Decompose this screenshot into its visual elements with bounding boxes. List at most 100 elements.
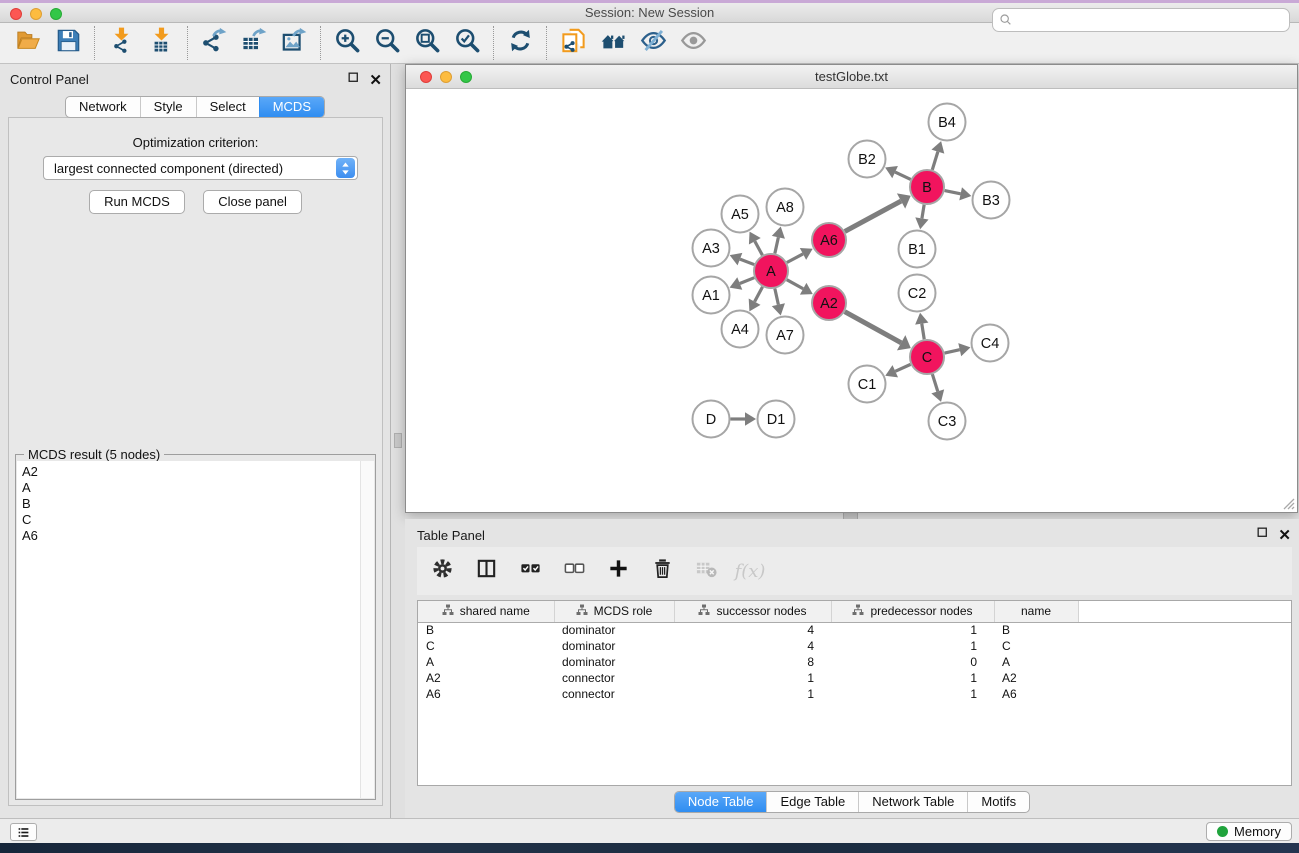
graph-edge-A-A1[interactable] (730, 277, 755, 289)
mcds-result-item[interactable]: A2 (22, 464, 374, 480)
table-cell[interactable]: 4 (674, 622, 831, 638)
memory-button[interactable]: Memory (1206, 822, 1292, 841)
add-button[interactable] (603, 556, 633, 586)
graph-edge-A-A6[interactable] (787, 248, 813, 263)
close-window-button[interactable] (10, 8, 22, 20)
search-field[interactable] (992, 8, 1290, 32)
column-header-mcds-role[interactable]: MCDS role (554, 601, 674, 622)
column-header-name[interactable]: name (994, 601, 1078, 622)
splitter-grip[interactable] (394, 433, 402, 448)
graph-node-B3[interactable]: B3 (973, 182, 1010, 219)
network-window-titlebar[interactable]: testGlobe.txt (406, 65, 1297, 89)
zoom-network-window-button[interactable] (460, 71, 472, 83)
table-cell[interactable]: 1 (831, 622, 994, 638)
table-tab-edge-table[interactable]: Edge Table (766, 792, 858, 812)
close-table-panel-icon[interactable]: ✕ (1278, 529, 1291, 542)
open-button[interactable] (8, 25, 48, 61)
float-panel-icon[interactable] (347, 71, 360, 89)
search-input[interactable] (1014, 10, 1289, 30)
tab-select[interactable]: Select (196, 97, 259, 117)
table-cell[interactable]: 1 (674, 686, 831, 702)
select-all-button[interactable] (515, 556, 545, 586)
graph-node-A6[interactable]: A6 (812, 223, 846, 257)
vertical-splitter[interactable] (391, 64, 405, 818)
table-cell[interactable]: dominator (554, 654, 674, 670)
graph-node-A8[interactable]: A8 (767, 189, 804, 226)
network-canvas[interactable]: AA1A2A3A4A5A6A7A8BB1B2B3B4CC1C2C3C4DD1 (406, 90, 1297, 512)
table-cell[interactable]: 1 (674, 670, 831, 686)
table-row[interactable]: Bdominator41B (418, 622, 1291, 638)
table-row[interactable]: A6connector11A6 (418, 686, 1291, 702)
graph-edge-A-A5[interactable] (749, 232, 762, 256)
graph-edge-C-C3[interactable] (931, 374, 944, 402)
graph-node-A7[interactable]: A7 (767, 317, 804, 354)
graph-edge-D-D1[interactable] (731, 412, 757, 425)
graph-edge-C-C2[interactable] (915, 313, 928, 339)
table-tab-network-table[interactable]: Network Table (858, 792, 967, 812)
minimize-window-button[interactable] (30, 8, 42, 20)
graph-edge-C-C4[interactable] (945, 343, 971, 356)
graph-node-D[interactable]: D (693, 401, 730, 438)
minimize-network-window-button[interactable] (440, 71, 452, 83)
graph-node-C[interactable]: C (910, 340, 944, 374)
graph-edge-B-B4[interactable] (931, 141, 944, 170)
zoom-out-button[interactable] (367, 25, 407, 61)
graph-edge-A-A8[interactable] (772, 227, 785, 254)
graph-edge-A2-C[interactable] (845, 312, 911, 351)
gear-button[interactable] (427, 556, 457, 586)
graph-edge-A-A2[interactable] (787, 280, 813, 295)
table-cell[interactable]: A6 (418, 686, 554, 702)
export-table-button[interactable] (234, 25, 274, 61)
column-header-predecessor-nodes[interactable]: predecessor nodes (831, 601, 994, 622)
graph-edge-A-A3[interactable] (730, 253, 755, 266)
table-row[interactable]: A2connector11A2 (418, 670, 1291, 686)
graph-node-C2[interactable]: C2 (899, 275, 936, 312)
graph-node-C4[interactable]: C4 (972, 325, 1009, 362)
graph-node-A1[interactable]: A1 (693, 277, 730, 314)
table-cell[interactable]: 4 (674, 638, 831, 654)
criterion-dropdown[interactable]: largest connected component (directed) (43, 156, 358, 180)
graph-edge-C-C1[interactable] (885, 364, 910, 377)
graph-node-C3[interactable]: C3 (929, 403, 966, 440)
table-cell[interactable]: 1 (831, 670, 994, 686)
table-cell[interactable]: 0 (831, 654, 994, 670)
graph-edge-A-A7[interactable] (772, 289, 785, 316)
graph-node-A3[interactable]: A3 (693, 230, 730, 267)
zoom-selected-button[interactable] (447, 25, 487, 61)
hide-button[interactable] (633, 25, 673, 61)
trash-button[interactable] (647, 556, 677, 586)
refresh-button[interactable] (500, 25, 540, 61)
table-cell[interactable]: 1 (831, 638, 994, 654)
mcds-list-scrollbar[interactable] (360, 461, 374, 798)
task-history-button[interactable] (10, 823, 37, 841)
import-table-button[interactable] (141, 25, 181, 61)
graph-node-A2[interactable]: A2 (812, 286, 846, 320)
save-button[interactable] (48, 25, 88, 61)
mcds-result-item[interactable]: B (22, 496, 374, 512)
resize-grip-icon[interactable] (1281, 496, 1295, 510)
graph-node-D1[interactable]: D1 (758, 401, 795, 438)
table-row[interactable]: Cdominator41C (418, 638, 1291, 654)
mcds-result-item[interactable]: A6 (22, 528, 374, 544)
tab-network[interactable]: Network (66, 97, 140, 117)
deselect-all-button[interactable] (559, 556, 589, 586)
table-row[interactable]: Adominator80A (418, 654, 1291, 670)
table-cell[interactable]: A2 (418, 670, 554, 686)
show-button[interactable] (673, 25, 713, 61)
graph-node-B[interactable]: B (910, 170, 944, 204)
table-cell[interactable]: 8 (674, 654, 831, 670)
zoom-in-button[interactable] (327, 25, 367, 61)
run-mcds-button[interactable]: Run MCDS (89, 190, 185, 214)
tab-style[interactable]: Style (140, 97, 196, 117)
graph-node-A[interactable]: A (754, 254, 788, 288)
import-network-button[interactable] (101, 25, 141, 61)
tab-mcds[interactable]: MCDS (259, 97, 324, 117)
table-cell[interactable]: A (994, 654, 1078, 670)
close-panel-button[interactable]: Close panel (203, 190, 302, 214)
export-network-button[interactable] (194, 25, 234, 61)
graph-edge-A-A4[interactable] (749, 287, 763, 311)
graph-edge-B-B2[interactable] (885, 166, 911, 179)
graph-edge-B-B1[interactable] (915, 205, 928, 229)
zoom-fit-button[interactable] (407, 25, 447, 61)
float-table-panel-icon[interactable] (1256, 526, 1269, 544)
